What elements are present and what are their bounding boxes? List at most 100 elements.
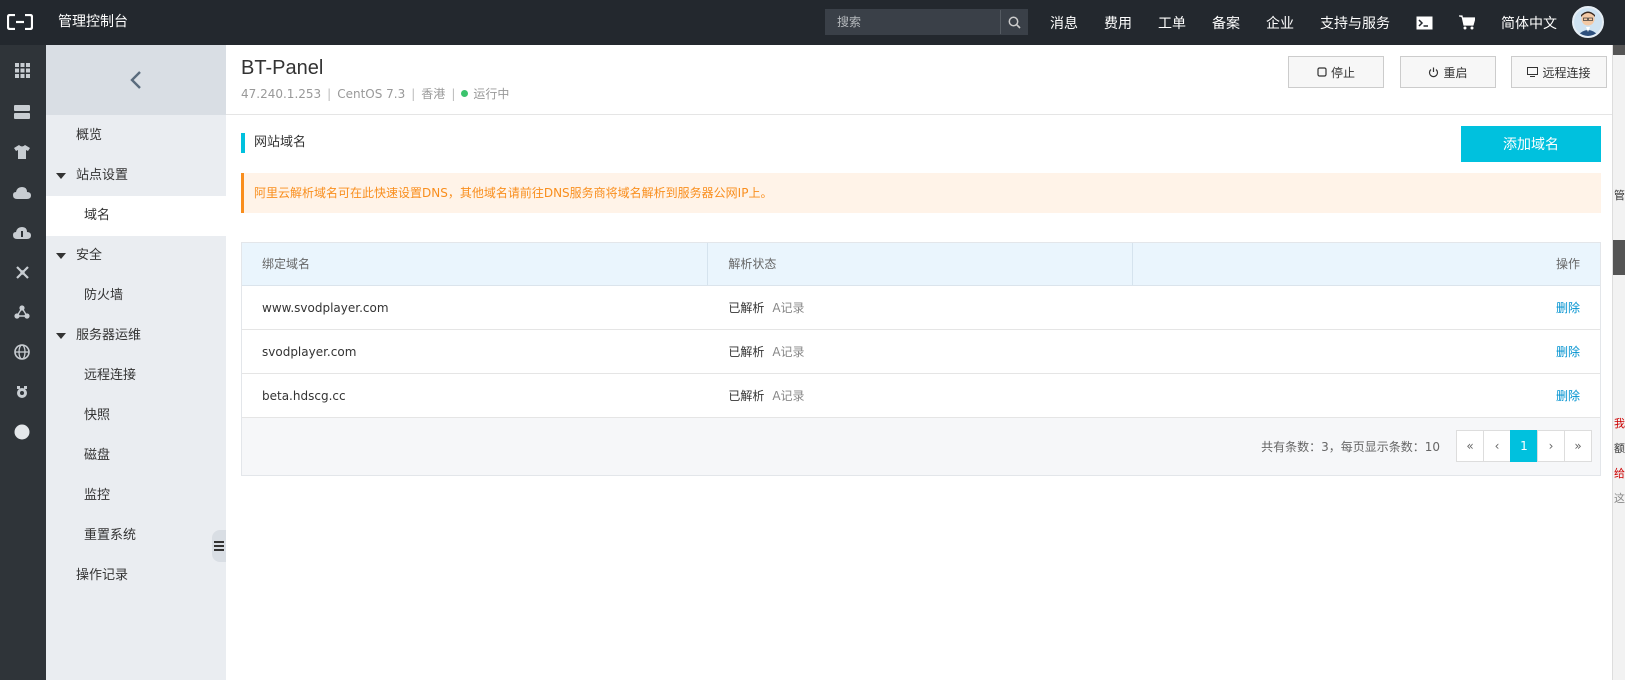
edge-band — [1613, 45, 1625, 55]
search-box — [825, 9, 1028, 35]
delete-link[interactable]: 删除 — [1556, 389, 1580, 403]
table-row: svodplayer.com 已解析 A记录 删除 — [242, 330, 1600, 374]
restart-button[interactable]: 重启 — [1400, 56, 1496, 88]
page-first-button[interactable]: « — [1456, 430, 1484, 462]
remote-connect-button[interactable]: 远程连接 — [1511, 56, 1607, 88]
section-title: 网站域名 — [241, 133, 306, 153]
caret-down-icon — [56, 253, 66, 259]
record-type: A记录 — [772, 301, 805, 315]
top-bar: 管理控制台 消息 费用 工单 备案 企业 支持与服务 简体中文 — [0, 0, 1625, 45]
circle-icon[interactable] — [12, 422, 32, 442]
page-title: BT-Panel — [241, 57, 324, 79]
delete-link[interactable]: 删除 — [1556, 301, 1580, 315]
column-header-action: 操作 — [1555, 257, 1580, 271]
nav-support[interactable]: 支持与服务 — [1320, 13, 1390, 33]
terminal-icon[interactable] — [1416, 16, 1433, 30]
caret-down-icon — [56, 173, 66, 179]
nav-billing[interactable]: 费用 — [1104, 13, 1132, 33]
grid-icon[interactable] — [12, 60, 32, 80]
cloud-download-icon[interactable] — [12, 222, 32, 242]
status-cell: 已解析 A记录 — [708, 387, 1132, 404]
aliyun-logo-icon[interactable] — [4, 6, 36, 38]
top-nav: 消息 费用 工单 备案 企业 支持与服务 简体中文 — [1050, 0, 1583, 45]
sidebar-item-reset-system[interactable]: 重置系统 — [46, 516, 226, 556]
search-icon[interactable] — [1000, 10, 1027, 34]
edge-text: 我 — [1614, 417, 1625, 430]
console-title[interactable]: 管理控制台 — [58, 0, 128, 45]
restart-label: 重启 — [1443, 65, 1468, 80]
nodes-icon[interactable] — [12, 302, 32, 322]
edge-band — [1613, 240, 1625, 275]
edge-text: 给 — [1614, 467, 1625, 480]
delete-link[interactable]: 删除 — [1556, 345, 1580, 359]
page-last-button[interactable]: » — [1564, 430, 1592, 462]
remote-label: 远程连接 — [1542, 65, 1591, 80]
stop-icon — [1317, 67, 1327, 77]
status-dot-icon — [461, 90, 469, 97]
column-header-domain: 绑定域名 — [242, 243, 709, 285]
status-cell: 已解析 A记录 — [708, 343, 1132, 360]
sidebar-item-site-settings[interactable]: 站点设置 — [46, 156, 226, 196]
language-switch[interactable]: 简体中文 — [1501, 13, 1557, 33]
record-type: A记录 — [772, 389, 805, 403]
ecs-sidebar: 概览 站点设置 域名 安全 防火墙 服务器运维 远程连接 快照 磁盘 监控 重置… — [46, 45, 226, 680]
sidebar-item-domain[interactable]: 域名 — [46, 196, 226, 236]
page-current-button[interactable]: 1 — [1510, 430, 1538, 462]
stop-button[interactable]: 停止 — [1288, 56, 1384, 88]
action-cell: 删除 — [1133, 387, 1600, 404]
instance-ip: 47.240.1.253 — [241, 86, 322, 101]
instance-os: CentOS 7.3 — [337, 86, 406, 101]
resolve-status: 已解析 — [728, 301, 765, 315]
domain-cell: svodplayer.com — [262, 344, 357, 359]
background-window-edge: 管 我 额 给 这 — [1612, 45, 1625, 680]
nav-enterprise[interactable]: 企业 — [1266, 13, 1294, 33]
sidebar-item-security[interactable]: 安全 — [46, 236, 226, 276]
page-prev-button[interactable]: ‹ — [1483, 430, 1511, 462]
table-row: beta.hdscg.cc 已解析 A记录 删除 — [242, 374, 1600, 418]
sidebar-item-label: 安全 — [76, 248, 103, 263]
sidebar-item-overview[interactable]: 概览 — [46, 116, 226, 156]
separator: | — [327, 86, 332, 101]
table-footer: 共有条数：3，每页显示条数：10 « ‹ 1 › » — [242, 418, 1600, 475]
back-button[interactable] — [46, 45, 226, 115]
edge-text: 管 — [1614, 189, 1625, 202]
nav-tickets[interactable]: 工单 — [1158, 13, 1186, 33]
sidebar-item-remote[interactable]: 远程连接 — [46, 356, 226, 396]
server-icon[interactable] — [12, 102, 32, 122]
sidebar-item-label: 服务器运维 — [76, 328, 142, 343]
globe-icon[interactable] — [12, 342, 32, 362]
column-header-status: 解析状态 — [708, 243, 1133, 285]
instance-region: 香港 — [421, 87, 446, 101]
pagination: « ‹ 1 › » — [1456, 430, 1592, 462]
resolve-status: 已解析 — [728, 389, 765, 403]
caret-down-icon — [56, 333, 66, 339]
edge-text: 额 — [1614, 442, 1625, 455]
search-input[interactable] — [826, 10, 1002, 34]
page-next-button[interactable]: › — [1537, 430, 1565, 462]
chevron-left-icon — [130, 71, 141, 89]
shirt-icon[interactable] — [12, 142, 32, 162]
nav-messages[interactable]: 消息 — [1050, 13, 1078, 33]
header-divider — [226, 114, 1612, 115]
sidebar-item-disk[interactable]: 磁盘 — [46, 436, 226, 476]
avatar[interactable] — [1572, 6, 1604, 38]
sidebar-item-monitor[interactable]: 监控 — [46, 476, 226, 516]
separator: | — [411, 86, 416, 101]
nav-icp[interactable]: 备案 — [1212, 13, 1240, 33]
sidebar-collapse-handle[interactable] — [212, 530, 226, 562]
network-icon[interactable] — [12, 262, 32, 282]
action-cell: 删除 — [1133, 299, 1600, 316]
sidebar-item-snapshot[interactable]: 快照 — [46, 396, 226, 436]
table-header: 绑定域名 解析状态 操作 — [242, 243, 1600, 286]
cart-icon[interactable] — [1459, 15, 1475, 30]
pagination-info: 共有条数：3，每页显示条数：10 — [1261, 440, 1440, 454]
add-domain-button[interactable]: 添加域名 — [1461, 126, 1601, 162]
sidebar-item-firewall[interactable]: 防火墙 — [46, 276, 226, 316]
cog-icon[interactable] — [12, 382, 32, 402]
sidebar-item-operation-log[interactable]: 操作记录 — [46, 556, 226, 596]
sidebar-item-label: 站点设置 — [76, 168, 129, 183]
action-cell: 删除 — [1133, 343, 1600, 360]
sidebar-item-server-ops[interactable]: 服务器运维 — [46, 316, 226, 356]
cloud-upload-icon[interactable] — [12, 182, 32, 202]
instance-meta: 47.240.1.253 | CentOS 7.3 | 香港 | 运行中 — [241, 85, 509, 102]
